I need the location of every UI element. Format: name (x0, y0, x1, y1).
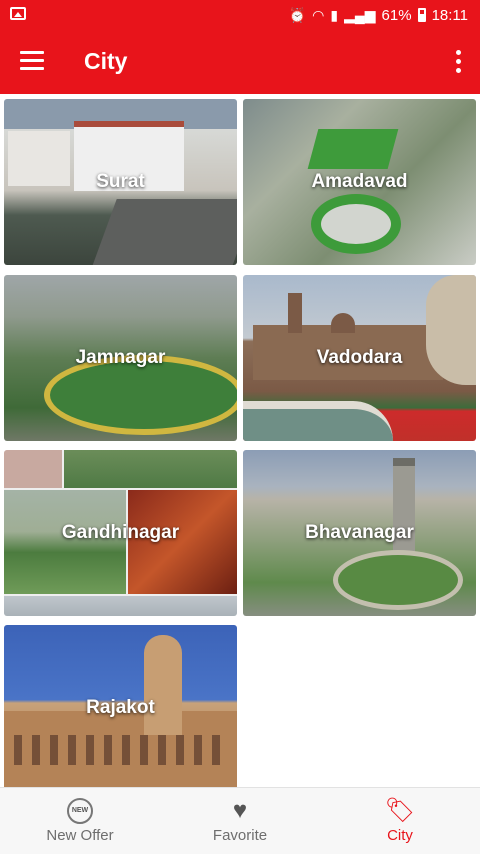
status-icons: ⏰ ◠ ▮ ▂▄▆ 61% 18:11 (289, 5, 468, 25)
nav-city[interactable]: 🏷 City (320, 788, 480, 854)
collage-photo (4, 450, 62, 488)
city-name: Surat (96, 171, 145, 192)
new-badge-icon: NEW (67, 798, 93, 824)
city-photo-windows (14, 735, 227, 765)
nav-new-offer[interactable]: NEW New Offer (0, 788, 160, 854)
city-photo-dome (331, 313, 355, 333)
city-photo-roundabout (333, 550, 463, 610)
collage-photo (4, 596, 237, 616)
city-tile-bhavanagar[interactable]: Bhavanagar (243, 450, 476, 616)
overflow-menu-icon[interactable] (454, 50, 462, 74)
city-photo-tower (288, 293, 302, 333)
page-title: City (84, 48, 128, 74)
city-photo-road (91, 199, 237, 265)
city-tile-rajakot[interactable]: Rajakot (4, 625, 237, 791)
nav-label: New Offer (46, 827, 114, 844)
city-photo-plaza (311, 194, 401, 254)
hamburger-menu-icon[interactable] (20, 51, 44, 71)
city-tile-surat[interactable]: Surat (4, 99, 237, 265)
city-grid: Surat Amadavad Jamnagar Vadodara Gandhin… (0, 94, 480, 791)
nav-label: Favorite (212, 827, 268, 844)
alarm-icon: ⏰ (288, 7, 307, 23)
signal-icon: ▮ (330, 7, 339, 23)
battery-percent: 61% (381, 6, 412, 24)
city-name: Vadodara (316, 347, 403, 368)
city-name: Amadavad (311, 171, 408, 192)
city-tile-gandhinagar[interactable]: Gandhinagar (4, 450, 237, 616)
nav-favorite[interactable]: ♥ Favorite (160, 788, 320, 854)
city-photo-lawn (307, 129, 399, 169)
signal-bars-icon: ▂▄▆ (344, 7, 376, 23)
clock-time: 18:11 (431, 6, 468, 24)
collage-photo (64, 450, 237, 488)
wifi-icon: ◠ (312, 7, 325, 23)
city-tile-jamnagar[interactable]: Jamnagar (4, 275, 237, 441)
status-bar: ⏰ ◠ ▮ ▂▄▆ 61% 18:11 (0, 0, 480, 30)
city-tile-amadavad[interactable]: Amadavad (243, 99, 476, 265)
gallery-notification-icon (10, 7, 26, 20)
city-photo-tower (144, 635, 182, 735)
battery-icon (417, 8, 426, 22)
city-tile-vadodara[interactable]: Vadodara (243, 275, 476, 441)
city-name: Gandhinagar (61, 522, 180, 543)
app-bar: City (0, 30, 480, 94)
city-photo-fountain (243, 401, 393, 441)
heart-hands-icon: ♥ (232, 797, 248, 824)
city-name: Bhavanagar (305, 522, 414, 543)
city-name: Rajakot (86, 697, 155, 718)
bottom-navigation: NEW New Offer ♥ Favorite 🏷 City (0, 787, 480, 854)
city-name: Jamnagar (75, 347, 166, 368)
nav-label: City (387, 827, 413, 844)
price-tag-icon: 🏷 (384, 797, 416, 824)
